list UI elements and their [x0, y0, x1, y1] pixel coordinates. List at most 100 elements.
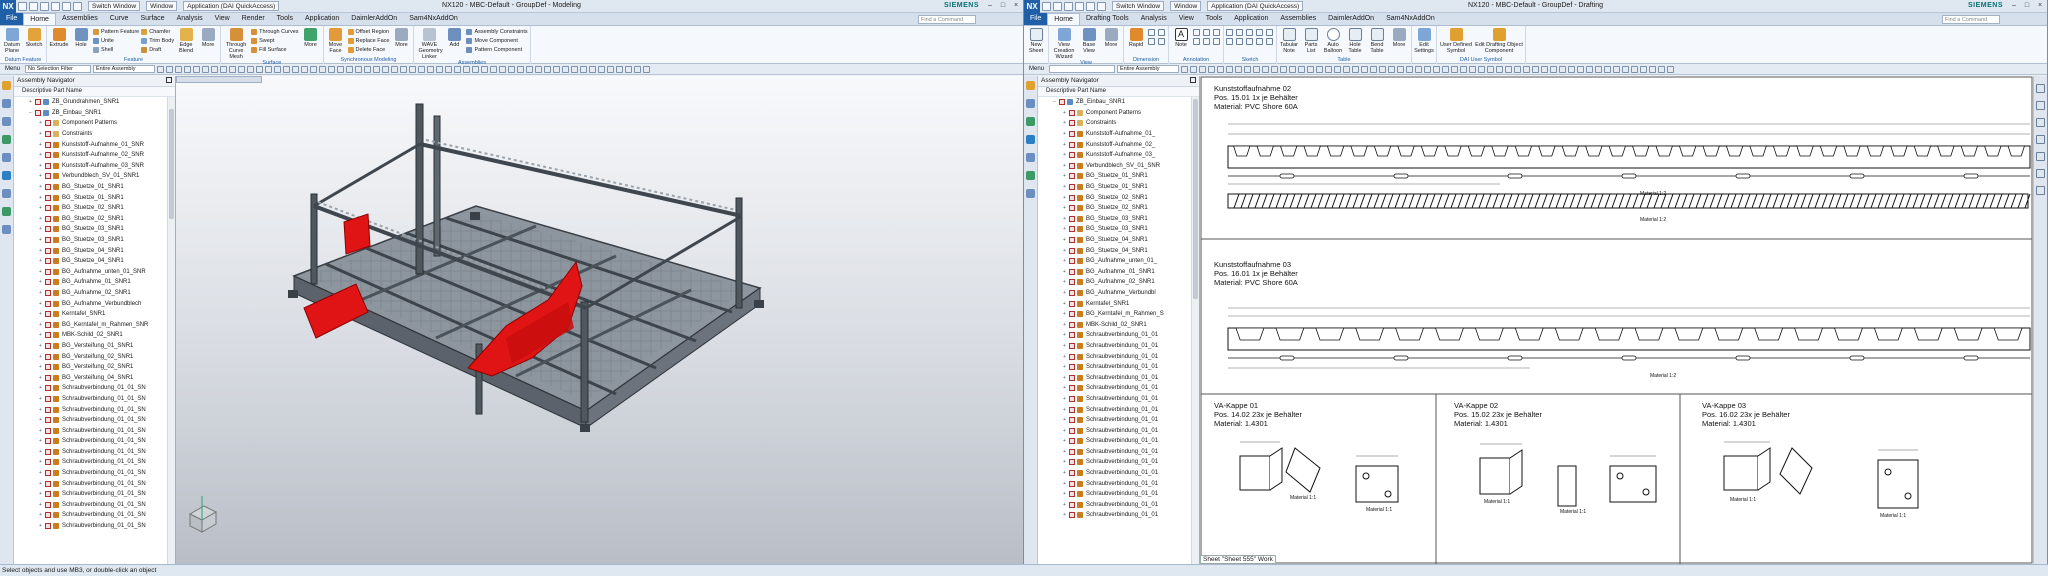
shaded-icon[interactable]: [1496, 65, 1504, 73]
process-studio-tab-icon[interactable]: [1026, 171, 1035, 180]
add-component-button[interactable]: Add: [444, 27, 464, 48]
move-face-button[interactable]: Move Face: [326, 27, 346, 54]
quadrant-icon[interactable]: [1244, 65, 1252, 73]
expand-toggle-icon[interactable]: +: [1062, 417, 1067, 423]
expand-toggle-icon[interactable]: +: [1062, 385, 1067, 391]
expand-toggle-icon[interactable]: +: [38, 311, 43, 317]
point-on-curve-icon[interactable]: [238, 65, 246, 73]
hatch-icon[interactable]: [1622, 65, 1630, 73]
tree-node[interactable]: + Schraubverbindung_01_01_SN: [14, 489, 167, 500]
existing-point-icon[interactable]: [1253, 65, 1261, 73]
radial-dimension-icon[interactable]: [1158, 29, 1165, 36]
expand-toggle-icon[interactable]: +: [1062, 481, 1067, 487]
expand-toggle-icon[interactable]: +: [38, 523, 43, 529]
assembly-navigator-tab-icon[interactable]: [2, 81, 11, 90]
expand-toggle-icon[interactable]: +: [1062, 269, 1067, 275]
dimension-icon[interactable]: [544, 65, 552, 73]
part-navigator-tab-icon[interactable]: [2, 117, 11, 126]
command-finder-input[interactable]: Find a Command: [918, 15, 976, 24]
paste-icon[interactable]: [1097, 1, 1106, 11]
expand-toggle-icon[interactable]: −: [28, 110, 33, 116]
visibility-checkbox[interactable]: [35, 109, 41, 116]
tree-node[interactable]: + Schraubverbindung_01_01_SN: [14, 521, 167, 532]
expand-toggle-icon[interactable]: +: [1062, 428, 1067, 434]
intersection-icon[interactable]: [202, 65, 210, 73]
visibility-checkbox[interactable]: [1069, 311, 1075, 318]
print-icon[interactable]: [1667, 65, 1675, 73]
visibility-checkbox[interactable]: [45, 342, 51, 349]
expand-toggle-icon[interactable]: +: [38, 417, 43, 423]
tree-node[interactable]: + BG_Stuetze_02_SNR1: [1038, 192, 1191, 203]
center-mark-icon[interactable]: [589, 65, 597, 73]
window-menu[interactable]: Window: [146, 1, 178, 11]
camera-icon[interactable]: [436, 65, 444, 73]
orient-view-icon[interactable]: [310, 65, 318, 73]
more-sync-button[interactable]: More: [391, 27, 411, 48]
mid-point-icon[interactable]: [1208, 65, 1216, 73]
tree-node[interactable]: + BG_Stuetze_01_SNR1: [14, 182, 167, 193]
tree-node[interactable]: + Schraubverbindung_01_01: [1038, 500, 1191, 511]
expand-toggle-icon[interactable]: +: [1062, 449, 1067, 455]
point-icon[interactable]: [1256, 29, 1263, 36]
fill-surface-button[interactable]: Fill Surface: [251, 46, 298, 54]
tree-node[interactable]: + Kunststoff-Aufnahme_03_: [1038, 150, 1191, 161]
command-finder-input[interactable]: Find a Command: [1942, 15, 2000, 24]
tree-node[interactable]: + Kunststoff-Aufnahme_02_SNR: [14, 150, 167, 161]
edge-blend-button[interactable]: Edge Blend: [176, 27, 196, 54]
user-defined-symbol-button[interactable]: User Defined Symbol: [1439, 27, 1473, 54]
tree-node[interactable]: + BG_Versteifung_02_SNR1: [14, 351, 167, 362]
tabular-note-button[interactable]: Tabular Note: [1279, 27, 1299, 54]
copy-icon[interactable]: [62, 1, 71, 11]
tree-node[interactable]: + BG_Aufnahme_01_SNR1: [1038, 267, 1191, 278]
visibility-checkbox[interactable]: [1069, 120, 1075, 127]
visibility-checkbox[interactable]: [45, 427, 51, 434]
bounded-grid-icon[interactable]: [256, 65, 264, 73]
offset-icon[interactable]: [1256, 38, 1263, 45]
tree-node[interactable]: + Schraubverbindung_01_01: [1038, 351, 1191, 362]
sheet-label[interactable]: Sheet "Sheet 555" Work: [1200, 555, 1276, 564]
visibility-checkbox[interactable]: [1069, 448, 1075, 455]
window-menu[interactable]: Window: [1170, 1, 1202, 11]
layer-icon[interactable]: [1361, 65, 1369, 73]
note-icon[interactable]: [553, 65, 561, 73]
tree-node[interactable]: + BG_Stuetze_02_SNR1: [14, 203, 167, 214]
visibility-checkbox[interactable]: [45, 237, 51, 244]
close-icon[interactable]: ×: [1011, 1, 1021, 11]
tree-node[interactable]: + Schraubverbindung_01_01_SN: [14, 436, 167, 447]
tree-node[interactable]: + Schraubverbindung_01_01_SN: [14, 478, 167, 489]
visibility-checkbox[interactable]: [1069, 395, 1075, 402]
scrollbar-thumb[interactable]: [169, 109, 174, 219]
tree-node[interactable]: + Verbundblech_SV_01_SNR: [1038, 161, 1191, 172]
tree-node[interactable]: + Schraubverbindung_01_01: [1038, 447, 1191, 458]
visibility-checkbox[interactable]: [1069, 480, 1075, 487]
expand-toggle-icon[interactable]: +: [1062, 438, 1067, 444]
note-button[interactable]: A Note: [1171, 27, 1191, 48]
visibility-checkbox[interactable]: [1069, 321, 1075, 328]
tree-node[interactable]: + Schraubverbindung_01_01_SN: [14, 425, 167, 436]
expand-toggle-icon[interactable]: +: [38, 396, 43, 402]
zoom-icon[interactable]: [2036, 101, 2045, 110]
selection-scope-dropdown[interactable]: Entire Assembly: [93, 65, 156, 73]
invert-icon[interactable]: [382, 65, 390, 73]
perspective-icon[interactable]: [1523, 65, 1531, 73]
balloon-icon[interactable]: [580, 65, 588, 73]
tab-file[interactable]: File: [1024, 13, 1048, 25]
tree-node[interactable]: + Schraubverbindung_01_01: [1038, 510, 1191, 521]
tab-home[interactable]: Home: [1047, 13, 1080, 25]
mid-point-icon[interactable]: [184, 65, 192, 73]
hole-button[interactable]: Hole: [71, 27, 91, 48]
magnify-icon[interactable]: [400, 65, 408, 73]
expand-toggle-icon[interactable]: +: [1062, 152, 1067, 158]
scrollbar-thumb[interactable]: [1193, 99, 1198, 299]
sketch-button[interactable]: Sketch: [24, 27, 44, 48]
fit-icon[interactable]: [265, 65, 273, 73]
tab-curve[interactable]: Curve: [104, 13, 135, 25]
tree-node[interactable]: + Kunststoff-Aufnahme_01_SNR: [14, 139, 167, 150]
menu-button[interactable]: Menu: [2, 66, 23, 72]
tree-node[interactable]: + Schraubverbindung_01_01: [1038, 372, 1191, 383]
work-part-icon[interactable]: [1370, 65, 1378, 73]
tree-node[interactable]: + BG_Versteifung_01_SNR1: [14, 341, 167, 352]
roles-tab-icon[interactable]: [1026, 189, 1035, 198]
note-icon[interactable]: [1577, 65, 1585, 73]
bounded-grid-icon[interactable]: [1280, 65, 1288, 73]
